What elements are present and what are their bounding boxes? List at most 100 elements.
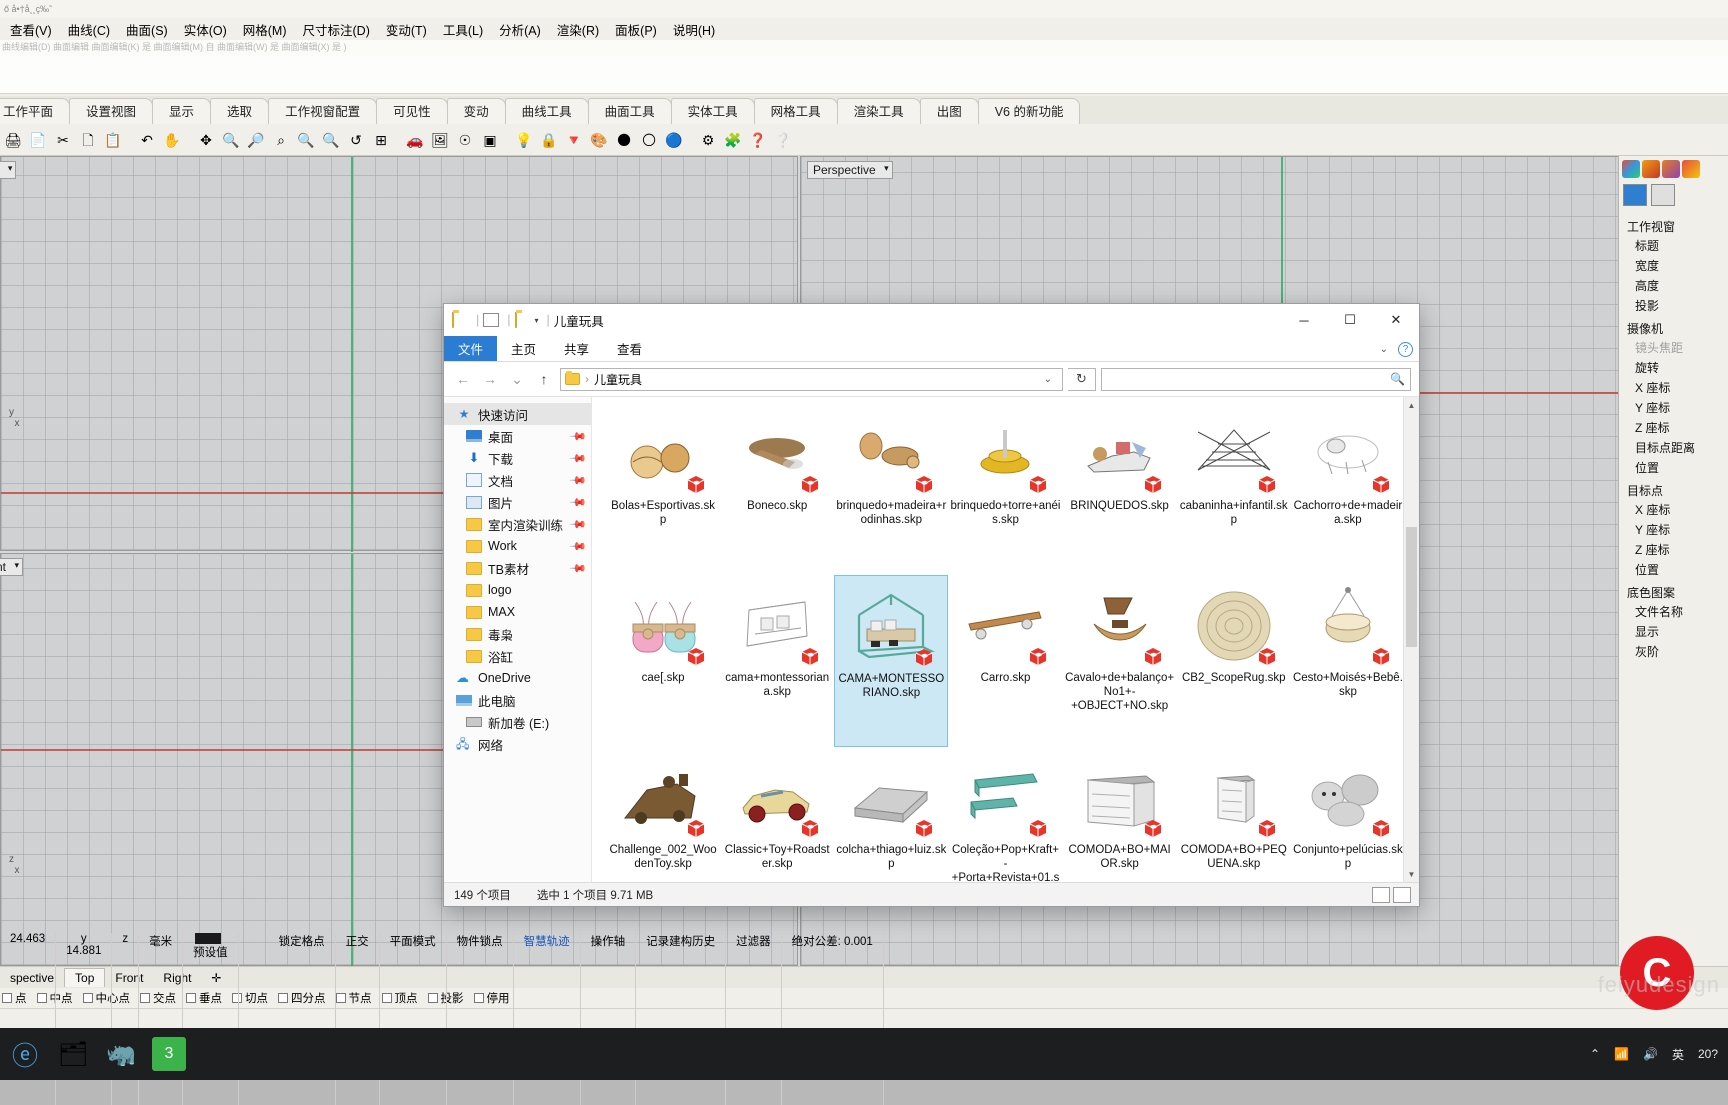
viewport-label-top[interactable]	[0, 161, 17, 179]
frame-icon[interactable]	[1651, 184, 1675, 206]
nav-item-[interactable]: ⬇ 下载 📌	[444, 447, 591, 469]
help-green-icon[interactable]: ❔	[772, 129, 794, 151]
window-controls[interactable]: ─ ☐ ✕	[1281, 304, 1419, 336]
file-item[interactable]: Conjunto+pelúcias.skp	[1291, 747, 1405, 882]
zoom-out-icon[interactable]: 🔎	[245, 129, 267, 151]
menu-item[interactable]: 变动(T)	[378, 18, 435, 41]
nav-item-tb[interactable]: TB素材 📌	[444, 557, 591, 579]
nav-item-work[interactable]: Work 📌	[444, 535, 591, 557]
address-bar[interactable]: › 儿童玩具 ⌄	[560, 367, 1063, 391]
gear-icon[interactable]: ⚙	[697, 129, 719, 151]
windows-taskbar[interactable]: ⓔ 🗂 🦏 3 ⌃ 📶 🔊 英 20?	[0, 1028, 1728, 1080]
menu-item[interactable]: 面板(P)	[607, 18, 665, 41]
explorer-title-bar[interactable]: | | ▾ | 儿童玩具 ─ ☐ ✕	[444, 304, 1419, 336]
four-view-icon[interactable]: ⊞	[370, 129, 392, 151]
rhino-status-bar[interactable]: 24.463 y 14.881 z 毫米 预设值 锁定格点 正交 平面模式 物件…	[0, 932, 1728, 1105]
cut-icon[interactable]: ✂	[52, 129, 74, 151]
viewport-label-bottom[interactable]: nt	[0, 558, 24, 576]
file-item[interactable]: Carro.skp	[948, 575, 1062, 747]
paste-icon[interactable]: 📋	[102, 129, 124, 151]
file-item[interactable]: CAMA+MONTESSORIANO.skp	[834, 575, 949, 747]
ribbon-tab-file[interactable]: 文件	[444, 336, 498, 361]
file-item[interactable]: cama+montessoriana.skp	[720, 575, 834, 747]
command-input-area[interactable]	[0, 56, 1728, 94]
toolbar-tab[interactable]: 设置视图	[69, 98, 154, 124]
pan-icon[interactable]: ✋	[161, 129, 183, 151]
close-button[interactable]: ✕	[1373, 304, 1419, 336]
volume-icon[interactable]: 🔊	[1643, 1047, 1658, 1061]
pin-icon[interactable]: 📌	[569, 537, 588, 555]
properties-icon[interactable]	[483, 313, 500, 327]
print-icon[interactable]: 🖨	[2, 129, 24, 151]
file-item[interactable]: Challenge_002_WoodenToy.skp	[606, 747, 720, 882]
search-input[interactable]: 🔍	[1101, 367, 1411, 391]
pin-icon[interactable]: 📌	[569, 559, 588, 577]
pin-icon[interactable]: 📌	[569, 515, 588, 533]
rhino-menubar[interactable]: 查看(V) 曲线(C) 曲面(S) 实体(O) 网格(M) 尺寸标注(D) 变动…	[0, 18, 1728, 40]
menu-item[interactable]: 曲面(S)	[118, 18, 176, 41]
layer-icon[interactable]: 💡	[513, 129, 535, 151]
menu-item[interactable]: 分析(A)	[491, 18, 549, 41]
ribbon-tab-home[interactable]: 主页	[497, 336, 550, 361]
zoom-selected-icon[interactable]: 🔍	[320, 129, 342, 151]
maximize-button[interactable]: ☐	[1327, 304, 1373, 336]
viewport-label-perspective[interactable]: Perspective	[807, 161, 893, 179]
details-view-icon[interactable]	[1372, 886, 1390, 903]
file-item[interactable]: Cavalo+de+balanço+No1+-+OBJECT+NO.skp	[1063, 575, 1177, 747]
ribbon-tab-share[interactable]: 共享	[550, 336, 603, 361]
clock[interactable]: 20?	[1698, 1047, 1718, 1061]
globe-icon[interactable]: 🔵	[663, 129, 685, 151]
camera-icon[interactable]	[1623, 184, 1647, 206]
nav-item-[interactable]: 图片 📌	[444, 491, 591, 513]
forward-button[interactable]: →	[479, 368, 501, 390]
export-icon[interactable]: 📄	[27, 129, 49, 151]
rotate-view-icon[interactable]: ↺	[345, 129, 367, 151]
nav-item-[interactable]: 桌面 📌	[444, 425, 591, 447]
breadcrumb-current[interactable]: 儿童玩具	[594, 371, 642, 388]
palette-icon[interactable]	[1622, 160, 1640, 178]
toolbar-tab[interactable]: 工作平面	[0, 98, 71, 124]
pin-icon[interactable]: 📌	[569, 493, 588, 511]
file-item[interactable]: Cachorro+de+madeira.skp	[1291, 403, 1405, 575]
vertical-scrollbar[interactable]: ▲ ▼	[1403, 397, 1419, 882]
toolbar-tab[interactable]: 曲线工具	[504, 98, 589, 124]
scroll-down-button[interactable]: ▼	[1404, 866, 1419, 882]
toolbar-tab[interactable]: 出图	[919, 98, 979, 124]
ribbon-tab-view[interactable]: 查看	[603, 336, 656, 361]
dropdown-icon[interactable]: ▾	[535, 316, 539, 325]
nav-item-onedrive[interactable]: ☁ OneDrive	[444, 667, 591, 689]
toolbar-tab[interactable]: 实体工具	[670, 98, 755, 124]
menu-item[interactable]: 网格(M)	[235, 18, 295, 41]
file-item[interactable]: Bolas+Esportivas.skp	[606, 403, 720, 575]
file-item[interactable]: BRINQUEDOS.skp	[1063, 403, 1177, 575]
refresh-button[interactable]: ↻	[1068, 367, 1096, 391]
plugin-icon[interactable]: 🧩	[722, 129, 744, 151]
up-button[interactable]: ↑	[533, 368, 555, 390]
nav-item-e[interactable]: 新加卷 (E:)	[444, 711, 591, 733]
file-list-pane[interactable]: Bolas+Esportivas.skp Boneco.skp brinquedo+…	[592, 397, 1419, 882]
pin-icon[interactable]: 📌	[569, 471, 588, 489]
nav-item-[interactable]: 🖧 网络	[444, 733, 591, 755]
menu-item[interactable]: 尺寸标注(D)	[295, 18, 378, 41]
move-icon[interactable]: ✥	[195, 129, 217, 151]
blocks-icon[interactable]: ▣	[479, 129, 501, 151]
ribbon-tab-bar[interactable]: 文件 主页 共享 查看 ⌄ ?	[444, 336, 1419, 362]
menu-item[interactable]: 渲染(R)	[549, 18, 607, 41]
scrollbar-thumb[interactable]	[1406, 527, 1417, 647]
file-item[interactable]: Cesto+Moisés+Bebê.skp	[1291, 575, 1405, 747]
file-explorer-icon[interactable]: 🗂	[56, 1037, 90, 1071]
undo-icon[interactable]: ↶	[136, 129, 158, 151]
file-item[interactable]: cae[.skp	[606, 575, 720, 747]
toolbar-tab[interactable]: 渲染工具	[836, 98, 921, 124]
file-item[interactable]: cabaninha+infantil.skp	[1177, 403, 1291, 575]
search-icon[interactable]: 🔍	[1390, 372, 1405, 386]
chevron-up-icon[interactable]: ⌃	[1590, 1047, 1600, 1061]
toolbar-tab[interactable]: 变动	[446, 98, 506, 124]
layers-icon[interactable]	[1642, 160, 1660, 178]
taskbar-tray[interactable]: ⌃ 📶 🔊 英 20?	[1590, 1046, 1728, 1063]
copy-icon[interactable]: 🗋	[77, 129, 99, 151]
toolbar-tab[interactable]: 工作视窗配置	[268, 98, 378, 124]
nav-item-logo[interactable]: logo	[444, 579, 591, 601]
car-render-icon[interactable]: 🚗	[404, 129, 426, 151]
toolbar-tab[interactable]: 可见性	[376, 98, 448, 124]
